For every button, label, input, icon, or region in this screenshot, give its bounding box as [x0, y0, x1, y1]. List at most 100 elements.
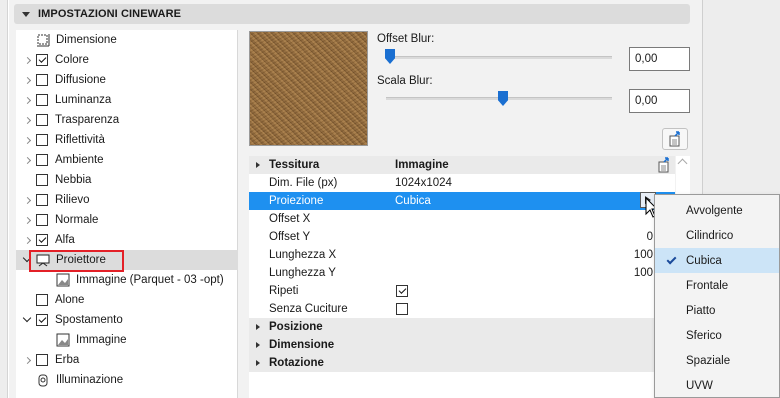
table-doc-icon[interactable] [655, 157, 671, 173]
tree-item[interactable]: Alone [16, 290, 238, 310]
checkbox[interactable] [36, 214, 48, 226]
chevron-right-icon[interactable] [23, 350, 31, 370]
lamp-icon [38, 374, 48, 387]
menu-item[interactable]: Avvolgente [655, 198, 779, 223]
table-row[interactable]: Offset Y 0 [249, 228, 675, 246]
section-header[interactable]: IMPOSTAZIONI CINEWARE [14, 4, 690, 24]
menu-item[interactable]: Piatto [655, 298, 779, 323]
expand-triangle-icon[interactable] [256, 162, 260, 168]
tree-item-label: Ambiente [55, 154, 104, 166]
tree-item[interactable]: Diffusione [16, 70, 238, 90]
checkbox[interactable] [36, 234, 48, 246]
chevron-right-icon[interactable] [23, 130, 31, 150]
menu-item[interactable]: Frontale [655, 273, 779, 298]
scale-blur-field[interactable]: 0,00 [629, 89, 690, 113]
menu-item[interactable]: UVW [655, 373, 779, 398]
tree-item[interactable]: Dimensione [16, 30, 238, 50]
checkmark-icon [38, 55, 46, 63]
checkmark-icon [666, 254, 677, 264]
tree-item-label: Rilievo [55, 194, 90, 206]
checkbox[interactable] [36, 174, 48, 186]
table-group-row[interactable]: Dimensione [249, 336, 675, 354]
expand-triangle-icon[interactable] [256, 342, 260, 348]
table-row[interactable]: Lunghezza Y 100 [249, 264, 675, 282]
tree-item-label: Illuminazione [56, 374, 124, 386]
checkbox[interactable] [36, 294, 48, 306]
tree-item[interactable]: Normale [16, 210, 238, 230]
offset-blur-slider[interactable] [386, 56, 612, 59]
row-label: Offset X [269, 213, 311, 225]
table-group-row[interactable]: Posizione [249, 318, 675, 336]
table-row[interactable]: Senza Cuciture [249, 300, 675, 318]
menu-item[interactable]: Cubica [655, 248, 779, 273]
offset-blur-field[interactable]: 0,00 [629, 47, 690, 71]
chevron-right-icon[interactable] [23, 70, 31, 90]
checkbox[interactable] [36, 154, 48, 166]
chevron-right-icon[interactable] [23, 190, 31, 210]
row-label: Tessitura [269, 159, 320, 171]
checkmark-icon [38, 235, 46, 243]
chevron-right-icon[interactable] [23, 230, 31, 250]
table-group-row[interactable]: Tessitura Immagine [249, 156, 675, 174]
row-label: Senza Cuciture [269, 303, 348, 315]
checkbox[interactable] [36, 74, 48, 86]
row-value: Cubica [395, 195, 431, 207]
collapse-triangle-icon[interactable] [22, 11, 30, 17]
chevron-down-icon[interactable] [22, 310, 32, 330]
tree-item[interactable]: Alfa [16, 230, 238, 250]
chevron-right-icon[interactable] [23, 110, 31, 130]
table-row[interactable]: Proiezione Cubica [249, 192, 675, 210]
tree-item[interactable]: Erba [16, 350, 238, 370]
tree-item[interactable]: Colore [16, 50, 238, 70]
checkbox[interactable] [36, 314, 48, 326]
menu-item[interactable]: Cilindrico [655, 223, 779, 248]
tree-item[interactable]: Ambiente [16, 150, 238, 170]
table-row[interactable]: Dim. File (px) 1024x1024 [249, 174, 675, 192]
tree-item-label: Dimensione [56, 34, 117, 46]
tree-item[interactable]: Immagine [16, 330, 238, 350]
row-label: Rotazione [269, 357, 324, 369]
tree-item-label: Nebbia [55, 174, 92, 186]
table-row[interactable]: Offset X [249, 210, 675, 228]
tree-item-label: Immagine [76, 334, 127, 346]
menu-item-label: Avvolgente [686, 204, 743, 217]
row-value[interactable]: 100 [634, 249, 653, 261]
tree-item[interactable]: Illuminazione [16, 370, 238, 390]
chevron-right-icon[interactable] [23, 90, 31, 110]
load-texture-button[interactable] [662, 128, 688, 150]
chevron-right-icon[interactable] [23, 150, 31, 170]
table-group-row[interactable]: Rotazione [249, 354, 675, 372]
tree-item[interactable]: Nebbia [16, 170, 238, 190]
row-value[interactable]: 0 [647, 231, 653, 243]
tree-item-label: Diffusione [55, 74, 106, 86]
tree-item[interactable]: Immagine (Parquet - 03 -opt) [16, 270, 238, 290]
menu-item-label: Piatto [686, 304, 716, 317]
checkbox[interactable] [36, 354, 48, 366]
checkbox[interactable] [36, 134, 48, 146]
chevron-right-icon[interactable] [23, 50, 31, 70]
row-value[interactable]: 100 [634, 267, 653, 279]
row-label: Dimensione [269, 339, 335, 351]
checkbox[interactable] [36, 194, 48, 206]
tree-item[interactable]: Luminanza [16, 90, 238, 110]
menu-item[interactable]: Spaziale [655, 348, 779, 373]
offset-blur-value: 0,00 [635, 53, 658, 65]
tree-item[interactable]: Spostamento [16, 310, 238, 330]
checkbox[interactable] [36, 94, 48, 106]
row-checkbox[interactable] [396, 303, 408, 315]
row-checkbox[interactable] [396, 285, 408, 297]
table-row[interactable]: Ripeti [249, 282, 675, 300]
checkbox[interactable] [36, 54, 48, 66]
row-label: Dim. File (px) [269, 177, 338, 189]
table-row[interactable]: Lunghezza X 100 [249, 246, 675, 264]
expand-triangle-icon[interactable] [256, 360, 260, 366]
checkbox[interactable] [36, 114, 48, 126]
menu-item[interactable]: Sferico [655, 323, 779, 348]
scroll-up-icon[interactable] [677, 158, 688, 169]
tree-item-label: Trasparenza [55, 114, 120, 126]
tree-item[interactable]: Rilievo [16, 190, 238, 210]
chevron-right-icon[interactable] [23, 210, 31, 230]
tree-item[interactable]: Riflettività [16, 130, 238, 150]
expand-triangle-icon[interactable] [256, 324, 260, 330]
tree-item[interactable]: Trasparenza [16, 110, 238, 130]
